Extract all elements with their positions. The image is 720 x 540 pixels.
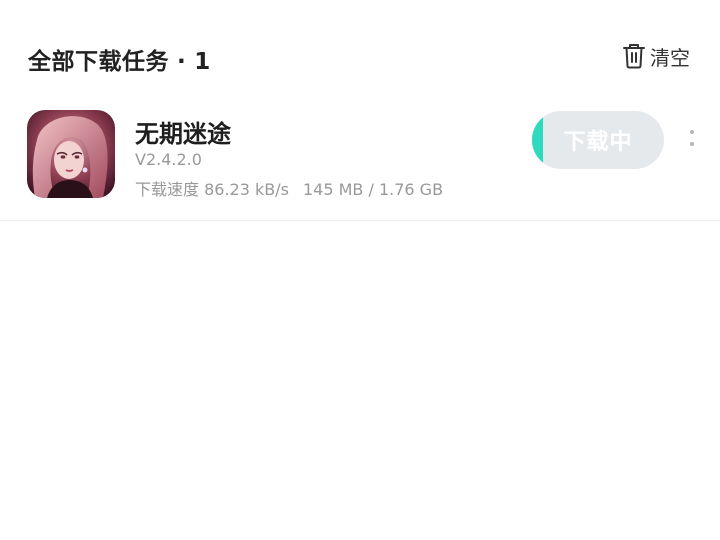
total-size: 1.76 GB: [378, 180, 444, 199]
app-name: 无期迷途: [135, 120, 231, 148]
app-version: V2.4.2.0: [135, 150, 202, 169]
page-title-text: 全部下载任务: [28, 49, 169, 75]
download-manager-page: 全部下载任务 · 1 清空 无期迷途 V2.4.2.0 下载速度 86.23 k…: [0, 0, 720, 540]
task-count: 1: [194, 49, 211, 75]
download-task-item[interactable]: 无期迷途 V2.4.2.0 下载速度 86.23 kB/s 145 MB / 1.…: [0, 100, 720, 221]
download-status: 下载速度 86.23 kB/s 145 MB / 1.76 GB: [135, 176, 443, 200]
clear-all-label: 清空: [650, 45, 690, 70]
header: 全部下载任务 · 1 清空: [0, 0, 720, 110]
speed-label: 下载速度: [135, 180, 200, 199]
trash-icon: [622, 43, 646, 69]
downloaded-size: 145 MB: [302, 180, 364, 199]
page-title: 全部下载任务 · 1: [28, 42, 211, 76]
title-separator: ·: [177, 49, 187, 75]
clear-all-button[interactable]: 清空: [622, 40, 690, 72]
downloading-label: 下载中: [563, 130, 633, 155]
downloading-progress-button[interactable]: 下载中: [532, 111, 664, 169]
app-icon: [27, 110, 115, 198]
more-vertical-icon[interactable]: [682, 126, 702, 154]
size-separator: /: [368, 180, 374, 199]
download-speed: 86.23 kB/s: [204, 180, 289, 199]
